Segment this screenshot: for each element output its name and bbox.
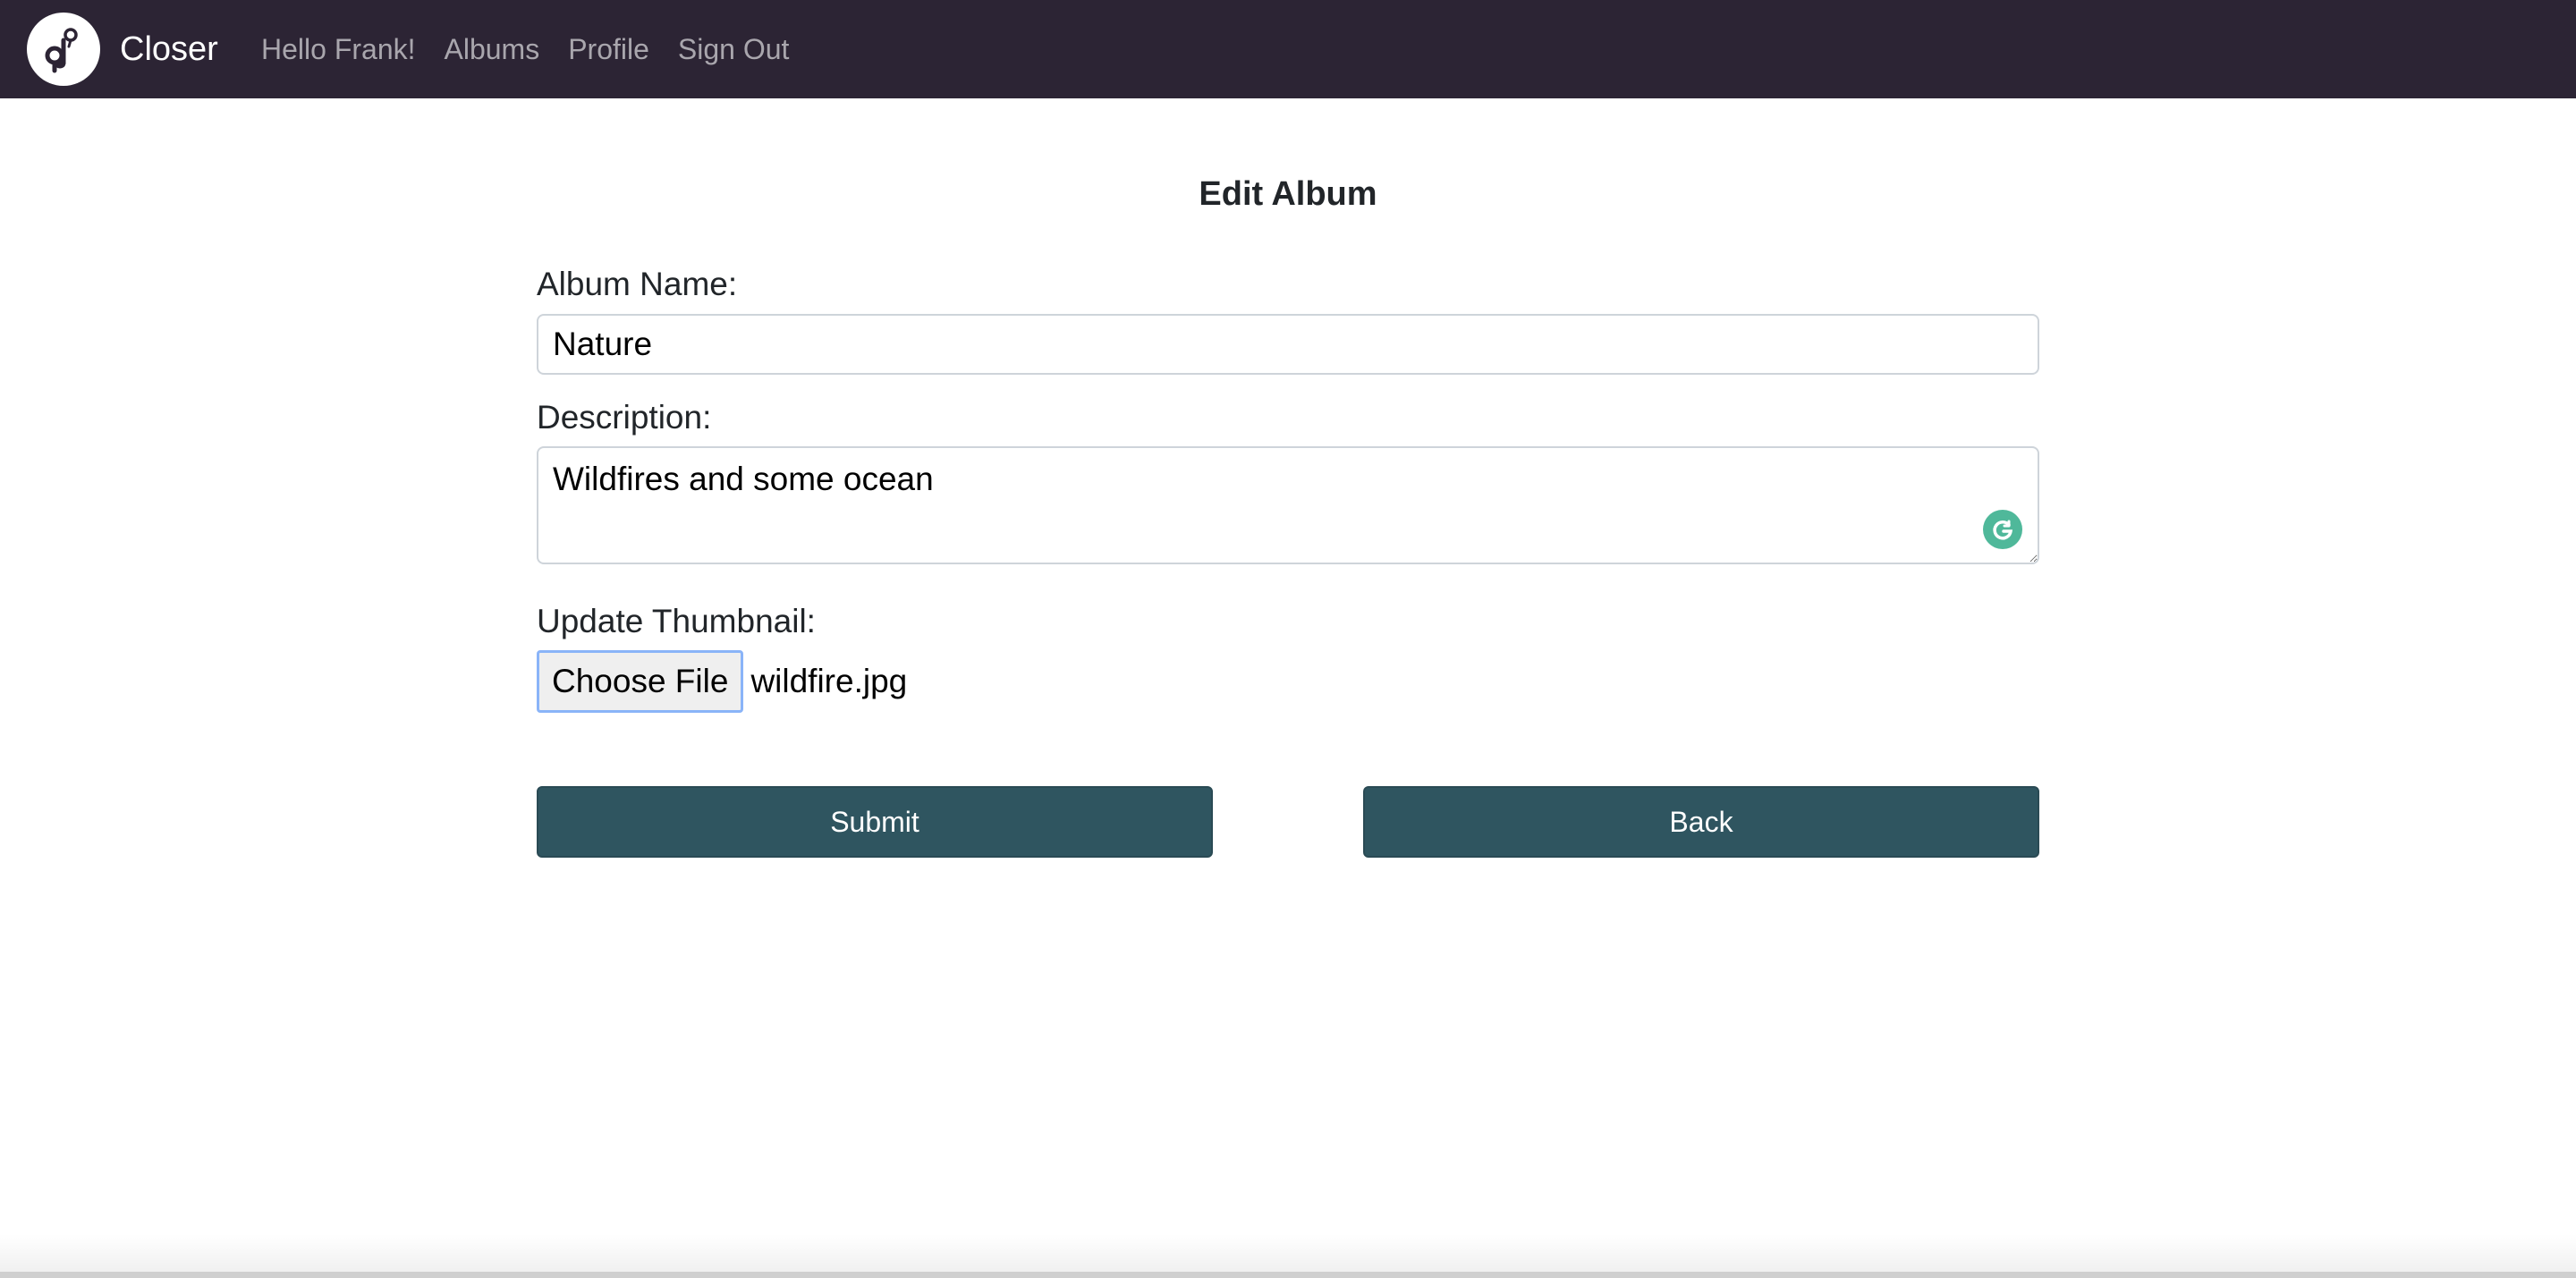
album-name-label: Album Name: xyxy=(537,266,738,302)
navbar: Closer Hello Frank! Albums Profile Sign … xyxy=(0,0,2576,98)
brand-name: Closer xyxy=(120,30,218,68)
page-title: Edit Album xyxy=(1199,175,1377,213)
file-input: Choose File wildfire.jpg xyxy=(537,650,907,713)
grammarly-icon[interactable] xyxy=(1983,510,2022,549)
description-label: Description: xyxy=(537,399,712,436)
bottom-edge xyxy=(0,1272,2576,1278)
nav-profile-link[interactable]: Profile xyxy=(568,33,649,66)
brand-link[interactable]: Closer xyxy=(27,13,218,86)
nav-greeting[interactable]: Hello Frank! xyxy=(261,33,416,66)
bottom-shadow xyxy=(0,1234,2576,1272)
choose-file-button[interactable]: Choose File xyxy=(537,650,744,713)
submit-button[interactable]: Submit xyxy=(537,786,1213,858)
nav-links: Hello Frank! Albums Profile Sign Out xyxy=(261,0,818,98)
back-button[interactable]: Back xyxy=(1363,786,2039,858)
update-thumbnail-label: Update Thumbnail: xyxy=(537,603,816,639)
selected-file-name: wildfire.jpg xyxy=(750,663,908,699)
album-name-input[interactable] xyxy=(537,314,2039,375)
closer-logo-icon xyxy=(27,13,100,86)
description-textarea[interactable]: Wildfires and some ocean xyxy=(537,446,2039,564)
nav-albums-link[interactable]: Albums xyxy=(445,33,540,66)
nav-sign-out-link[interactable]: Sign Out xyxy=(678,33,790,66)
